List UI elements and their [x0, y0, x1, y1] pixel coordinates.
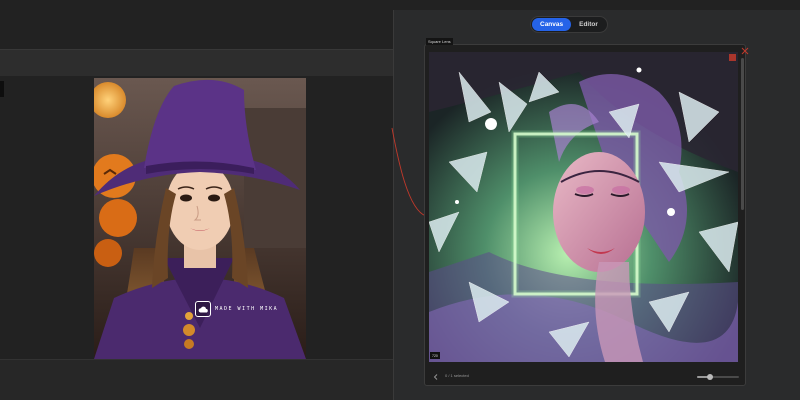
tab-editor[interactable]: Editor — [571, 18, 606, 31]
watermark: MADE WITH MIKA — [195, 301, 278, 317]
node-footer: 0 / 1 selected — [425, 369, 745, 385]
node-title: Square Lens — [426, 38, 453, 45]
watermark-text: MADE WITH MIKA — [215, 306, 279, 312]
workspace-bottom-bar — [0, 359, 393, 400]
chevron-left-icon[interactable] — [433, 374, 439, 380]
tab-canvas[interactable]: Canvas — [532, 18, 572, 31]
shattered-portrait-image — [429, 52, 738, 362]
cloud-icon — [195, 301, 211, 317]
close-icon[interactable] — [741, 47, 749, 55]
sidebar-collapse-handle[interactable] — [0, 81, 4, 97]
selection-status: 0 / 1 selected — [445, 373, 469, 378]
resolution-badge: 720 — [430, 352, 440, 359]
zoom-slider[interactable] — [697, 374, 739, 380]
output-image[interactable] — [429, 52, 738, 362]
view-toggle: Canvas Editor — [530, 16, 608, 33]
image-scrollbar[interactable] — [741, 58, 744, 210]
workspace-toolbar — [0, 49, 393, 76]
zoom-slider-knob[interactable] — [706, 374, 713, 380]
